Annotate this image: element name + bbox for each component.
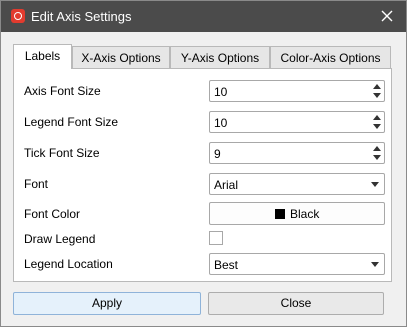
close-icon <box>381 10 393 22</box>
spin-up-icon[interactable] <box>373 115 381 120</box>
dialog-window: Edit Axis Settings Labels X-Axis Options… <box>0 0 407 327</box>
spin-down-icon[interactable] <box>373 93 381 98</box>
draw-legend-checkbox[interactable] <box>209 231 223 245</box>
spin-up-icon[interactable] <box>373 84 381 89</box>
legend-font-size-label: Legend Font Size <box>24 115 119 129</box>
tick-font-size-label: Tick Font Size <box>24 146 100 160</box>
font-label: Font <box>24 177 49 191</box>
legend-font-size-value: 10 <box>214 116 228 130</box>
title-bar: Edit Axis Settings <box>1 1 406 32</box>
tab-x-axis-options[interactable]: X-Axis Options <box>72 46 170 68</box>
chevron-down-icon <box>371 262 379 267</box>
draw-legend-label: Draw Legend <box>24 232 96 246</box>
app-logo-icon <box>11 9 25 23</box>
axis-font-size-label: Axis Font Size <box>24 84 101 98</box>
legend-location-value: Best <box>214 258 239 272</box>
tab-labels[interactable]: Labels <box>13 44 72 69</box>
font-color-button[interactable]: Black <box>209 202 385 225</box>
legend-font-size-spinbox[interactable]: 10 <box>209 111 385 133</box>
tick-font-size-value: 9 <box>214 147 221 161</box>
chevron-down-icon <box>371 182 379 187</box>
font-value: Arial <box>214 178 239 192</box>
window-title: Edit Axis Settings <box>31 9 132 24</box>
legend-font-size-stepper <box>370 112 384 132</box>
tick-font-size-stepper <box>370 143 384 163</box>
font-dropdown[interactable]: Arial <box>209 173 385 195</box>
tab-color-axis-options[interactable]: Color-Axis Options <box>270 46 391 68</box>
spin-down-icon[interactable] <box>373 155 381 160</box>
font-color-value: Black <box>290 207 320 221</box>
tick-font-size-spinbox[interactable]: 9 <box>209 142 385 164</box>
color-swatch <box>275 209 285 219</box>
apply-button[interactable]: Apply <box>13 292 201 315</box>
axis-font-size-value: 10 <box>214 85 228 99</box>
axis-font-size-spinbox[interactable]: 10 <box>209 80 385 102</box>
font-color-label: Font Color <box>24 207 81 221</box>
close-window-button[interactable] <box>376 5 398 27</box>
tab-y-axis-options[interactable]: Y-Axis Options <box>170 46 270 68</box>
spin-up-icon[interactable] <box>373 146 381 151</box>
axis-font-size-stepper <box>370 81 384 101</box>
close-button[interactable]: Close <box>208 292 384 315</box>
legend-location-dropdown[interactable]: Best <box>209 253 385 275</box>
legend-location-label: Legend Location <box>24 257 113 271</box>
spin-down-icon[interactable] <box>373 124 381 129</box>
labels-panel: Axis Font Size 10 Legend Font Size 10 Ti… <box>13 68 392 282</box>
